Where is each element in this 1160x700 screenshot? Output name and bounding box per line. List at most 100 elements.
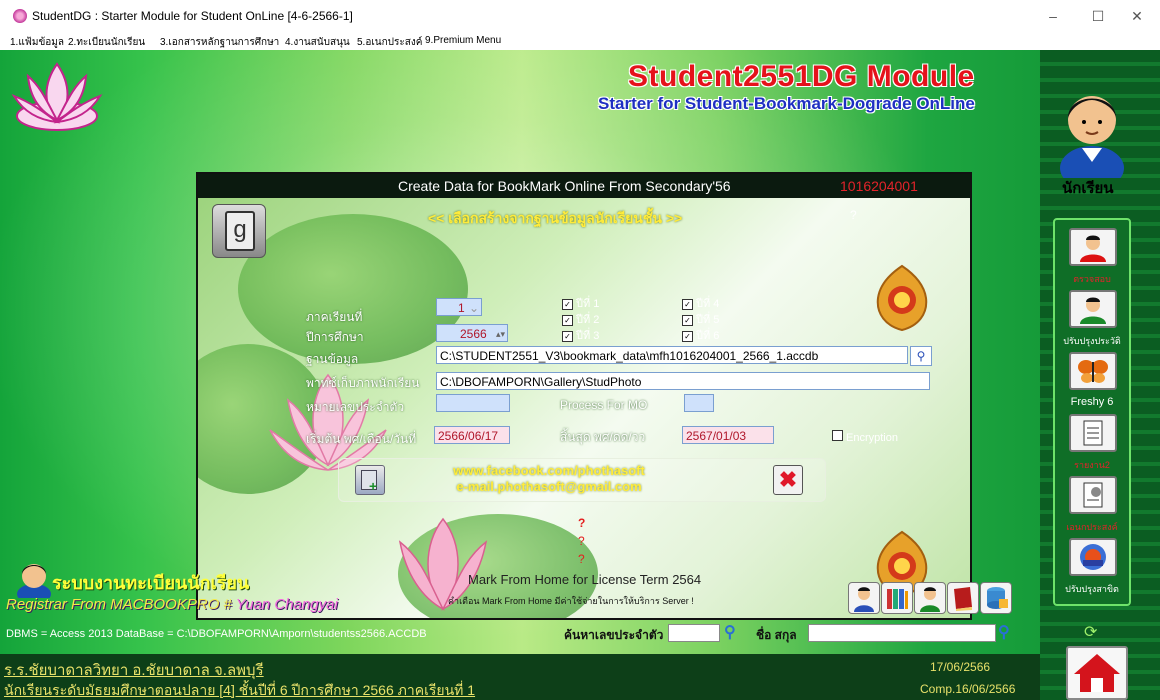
school-seal-icon (876, 264, 928, 332)
close-button[interactable]: ✕ (1122, 5, 1152, 27)
start-date-field[interactable]: 2566/06/17 (434, 426, 510, 444)
right-menu-panel: ตรวจสอบ ปรับปรุงประวัติ Freshy 6 รายงาน2… (1053, 218, 1131, 606)
app-canvas: Student2551DG Module Starter for Student… (0, 50, 1160, 700)
books-icon[interactable] (881, 582, 913, 614)
menu-misc[interactable]: 5.อเนกประสงค์ (357, 35, 422, 50)
semester-label: ภาคเรียนที่ (306, 310, 363, 324)
search-id-input[interactable] (668, 624, 720, 642)
encryption-checkbox[interactable]: Encryption (832, 430, 898, 444)
refresh-icon[interactable]: ⟳ (1084, 622, 1097, 642)
check-year-6[interactable]: ✓ ปีที่ 6 (682, 326, 719, 344)
report-button[interactable] (1069, 414, 1117, 452)
current-date: 17/06/2566 (930, 660, 991, 674)
document-icon (1083, 420, 1103, 446)
home-button[interactable] (1066, 646, 1128, 700)
update-history-button[interactable] (1069, 290, 1117, 328)
menu-registration[interactable]: 2.ทะเบียนนักเรียน (68, 35, 145, 50)
warning-text: คำเตือน Mark From Home มีค่าใช้จ่ายในการ… (448, 596, 694, 606)
misc-label: เอนกประสงค์ (1066, 522, 1118, 532)
database-label: ฐานข้อมูล (306, 352, 359, 366)
demo-badge-icon (1080, 544, 1106, 570)
dialog-title: Create Data for BookMark Online From Sec… (398, 178, 731, 194)
misc-button[interactable] (1069, 476, 1117, 514)
settings-document-icon (1083, 482, 1103, 508)
registrar-text: Registrar From MACBOOKPRO # Yuan Changya… (6, 596, 338, 613)
g-logo-button[interactable]: g (212, 204, 266, 258)
search-icon[interactable]: ⚲ (724, 622, 736, 642)
search-name-input[interactable] (808, 624, 996, 642)
year-stepper[interactable]: 2566 ▴▾ (436, 324, 508, 342)
person-red-icon (1080, 235, 1106, 262)
database-icon[interactable] (980, 582, 1012, 614)
update-demo-label: ปรับปรุงสาขิต (1065, 584, 1119, 594)
semester-select[interactable]: 1 ⌄ (436, 298, 482, 316)
dialog-code: 1016204001 (840, 178, 918, 194)
butterfly-icon (1078, 360, 1108, 383)
registrar-name: Yuan Changyai (235, 596, 338, 613)
menu-support[interactable]: 4.งานสนับสนุน (285, 35, 350, 50)
license-text: Mark From Home for License Term 2564 (468, 572, 702, 587)
chevron-down-icon: ⌄ (468, 301, 479, 315)
process-mo-field[interactable] (684, 394, 714, 412)
header-subtitle: Starter for Student-Bookmark-Dograde OnL… (598, 94, 975, 113)
search-name-icon[interactable]: ⚲ (998, 622, 1010, 642)
update-demo-button[interactable] (1069, 538, 1117, 576)
registrar-avatar-icon (17, 564, 51, 598)
search-id-label: ค้นหาเลขประจำตัว (564, 628, 664, 642)
contact-box: + www.facebook.com/phothasoft e-mail.pho… (338, 458, 826, 502)
menu-bar: 1.แฟ้มข้อมูล 2.ทะเบียนนักเรียน 3.เอกสารห… (0, 32, 1160, 50)
year-value: 2566 (460, 327, 487, 341)
database-path-field[interactable]: C:\STUDENT2551_V3\bookmark_data\mfh10162… (436, 346, 908, 364)
student-label: นักเรียน (1062, 180, 1114, 197)
end-date-field[interactable]: 2567/01/03 (682, 426, 774, 444)
start-date-label: เริ่มต้น พศ/เดือน/วันที่ (306, 432, 417, 446)
lotus-logo-icon (11, 62, 103, 131)
menu-file[interactable]: 1.แฟ้มข้อมูล (10, 35, 64, 50)
photo-path-label: พาทซ์เก็บภาพนักเรียน (306, 376, 420, 390)
freshy-button[interactable] (1069, 352, 1117, 390)
help-icon[interactable]: ? (850, 208, 857, 222)
home-icon (1074, 654, 1120, 692)
question-mark-2: ? (578, 534, 585, 548)
minimize-button[interactable]: – (1038, 5, 1068, 27)
student-id-label: หมายเลขประจำตัว (306, 400, 405, 414)
person-green-icon[interactable] (914, 582, 946, 614)
maximize-button[interactable]: ☐ (1083, 5, 1113, 27)
freshy-label: Freshy 6 (1070, 396, 1114, 408)
system-title: ระบบงานทะเบียนนักเรียน (52, 573, 250, 593)
check-label: ตรวจสอบ (1073, 274, 1111, 284)
window-titlebar: StudentDG : Starter Module for Student O… (0, 0, 1160, 32)
close-x-icon[interactable]: ✖ (773, 465, 803, 495)
question-mark-1: ? (578, 516, 586, 530)
app-icon (13, 9, 27, 23)
email-link[interactable]: e-mail.phothasoft@gmail.com (339, 479, 759, 494)
semester-value: 1 (458, 301, 465, 315)
dbms-info: DBMS = Access 2013 DataBase = C:\DBOFAMP… (6, 628, 427, 640)
level-info: นักเรียนระดับมัธยมศึกษาตอนปลาย [4] ชั้นป… (4, 682, 476, 698)
search-name-label: ชื่อ สกุล (756, 628, 797, 642)
update-history-label: ปรับปรุงประวัติ (1063, 336, 1121, 346)
menu-premium[interactable]: 9.Premium Menu (425, 35, 501, 46)
facebook-link[interactable]: www.facebook.com/phothasoft (339, 463, 759, 478)
spin-icon: ▴▾ (495, 329, 505, 339)
menu-documents[interactable]: 3.เอกสารหลักฐานการศึกษา (160, 35, 279, 50)
question-mark-3: ? (578, 552, 585, 566)
status-footer: ร.ร.ชัยบาดาลวิทยา อ.ชัยบาดาล จ.ลพบุรี นั… (0, 654, 1040, 700)
student-avatar-icon[interactable] (1058, 78, 1126, 178)
photo-path-field[interactable]: C:\DBOFAMPORN\Gallery\StudPhoto (436, 372, 930, 390)
comp-date: Comp.16/06/2566 (920, 682, 1016, 696)
g-logo-icon: g (225, 211, 255, 251)
check-year-3[interactable]: ✓ ปีที่ 3 (562, 326, 599, 344)
person-icon[interactable] (848, 582, 880, 614)
book-icon[interactable] (947, 582, 979, 614)
report-label: รายงาน2 (1074, 460, 1110, 470)
section-title: << เลือกสร้างจากฐานข้อมูลนักเรียนชั้น >> (428, 210, 683, 226)
student-id-field[interactable] (436, 394, 510, 412)
school-name: ร.ร.ชัยบาดาลวิทยา อ.ชัยบาดาล จ.ลพบุรี (4, 662, 264, 679)
person-green-icon (1080, 297, 1106, 324)
browse-link-icon[interactable]: ⚲ (910, 346, 932, 366)
window-title: StudentDG : Starter Module for Student O… (32, 9, 353, 23)
dialog-header: Create Data for BookMark Online From Sec… (198, 174, 970, 198)
check-button[interactable] (1069, 228, 1117, 266)
end-date-label: สิ้นสุด พศ/ดด/วว (560, 430, 646, 444)
